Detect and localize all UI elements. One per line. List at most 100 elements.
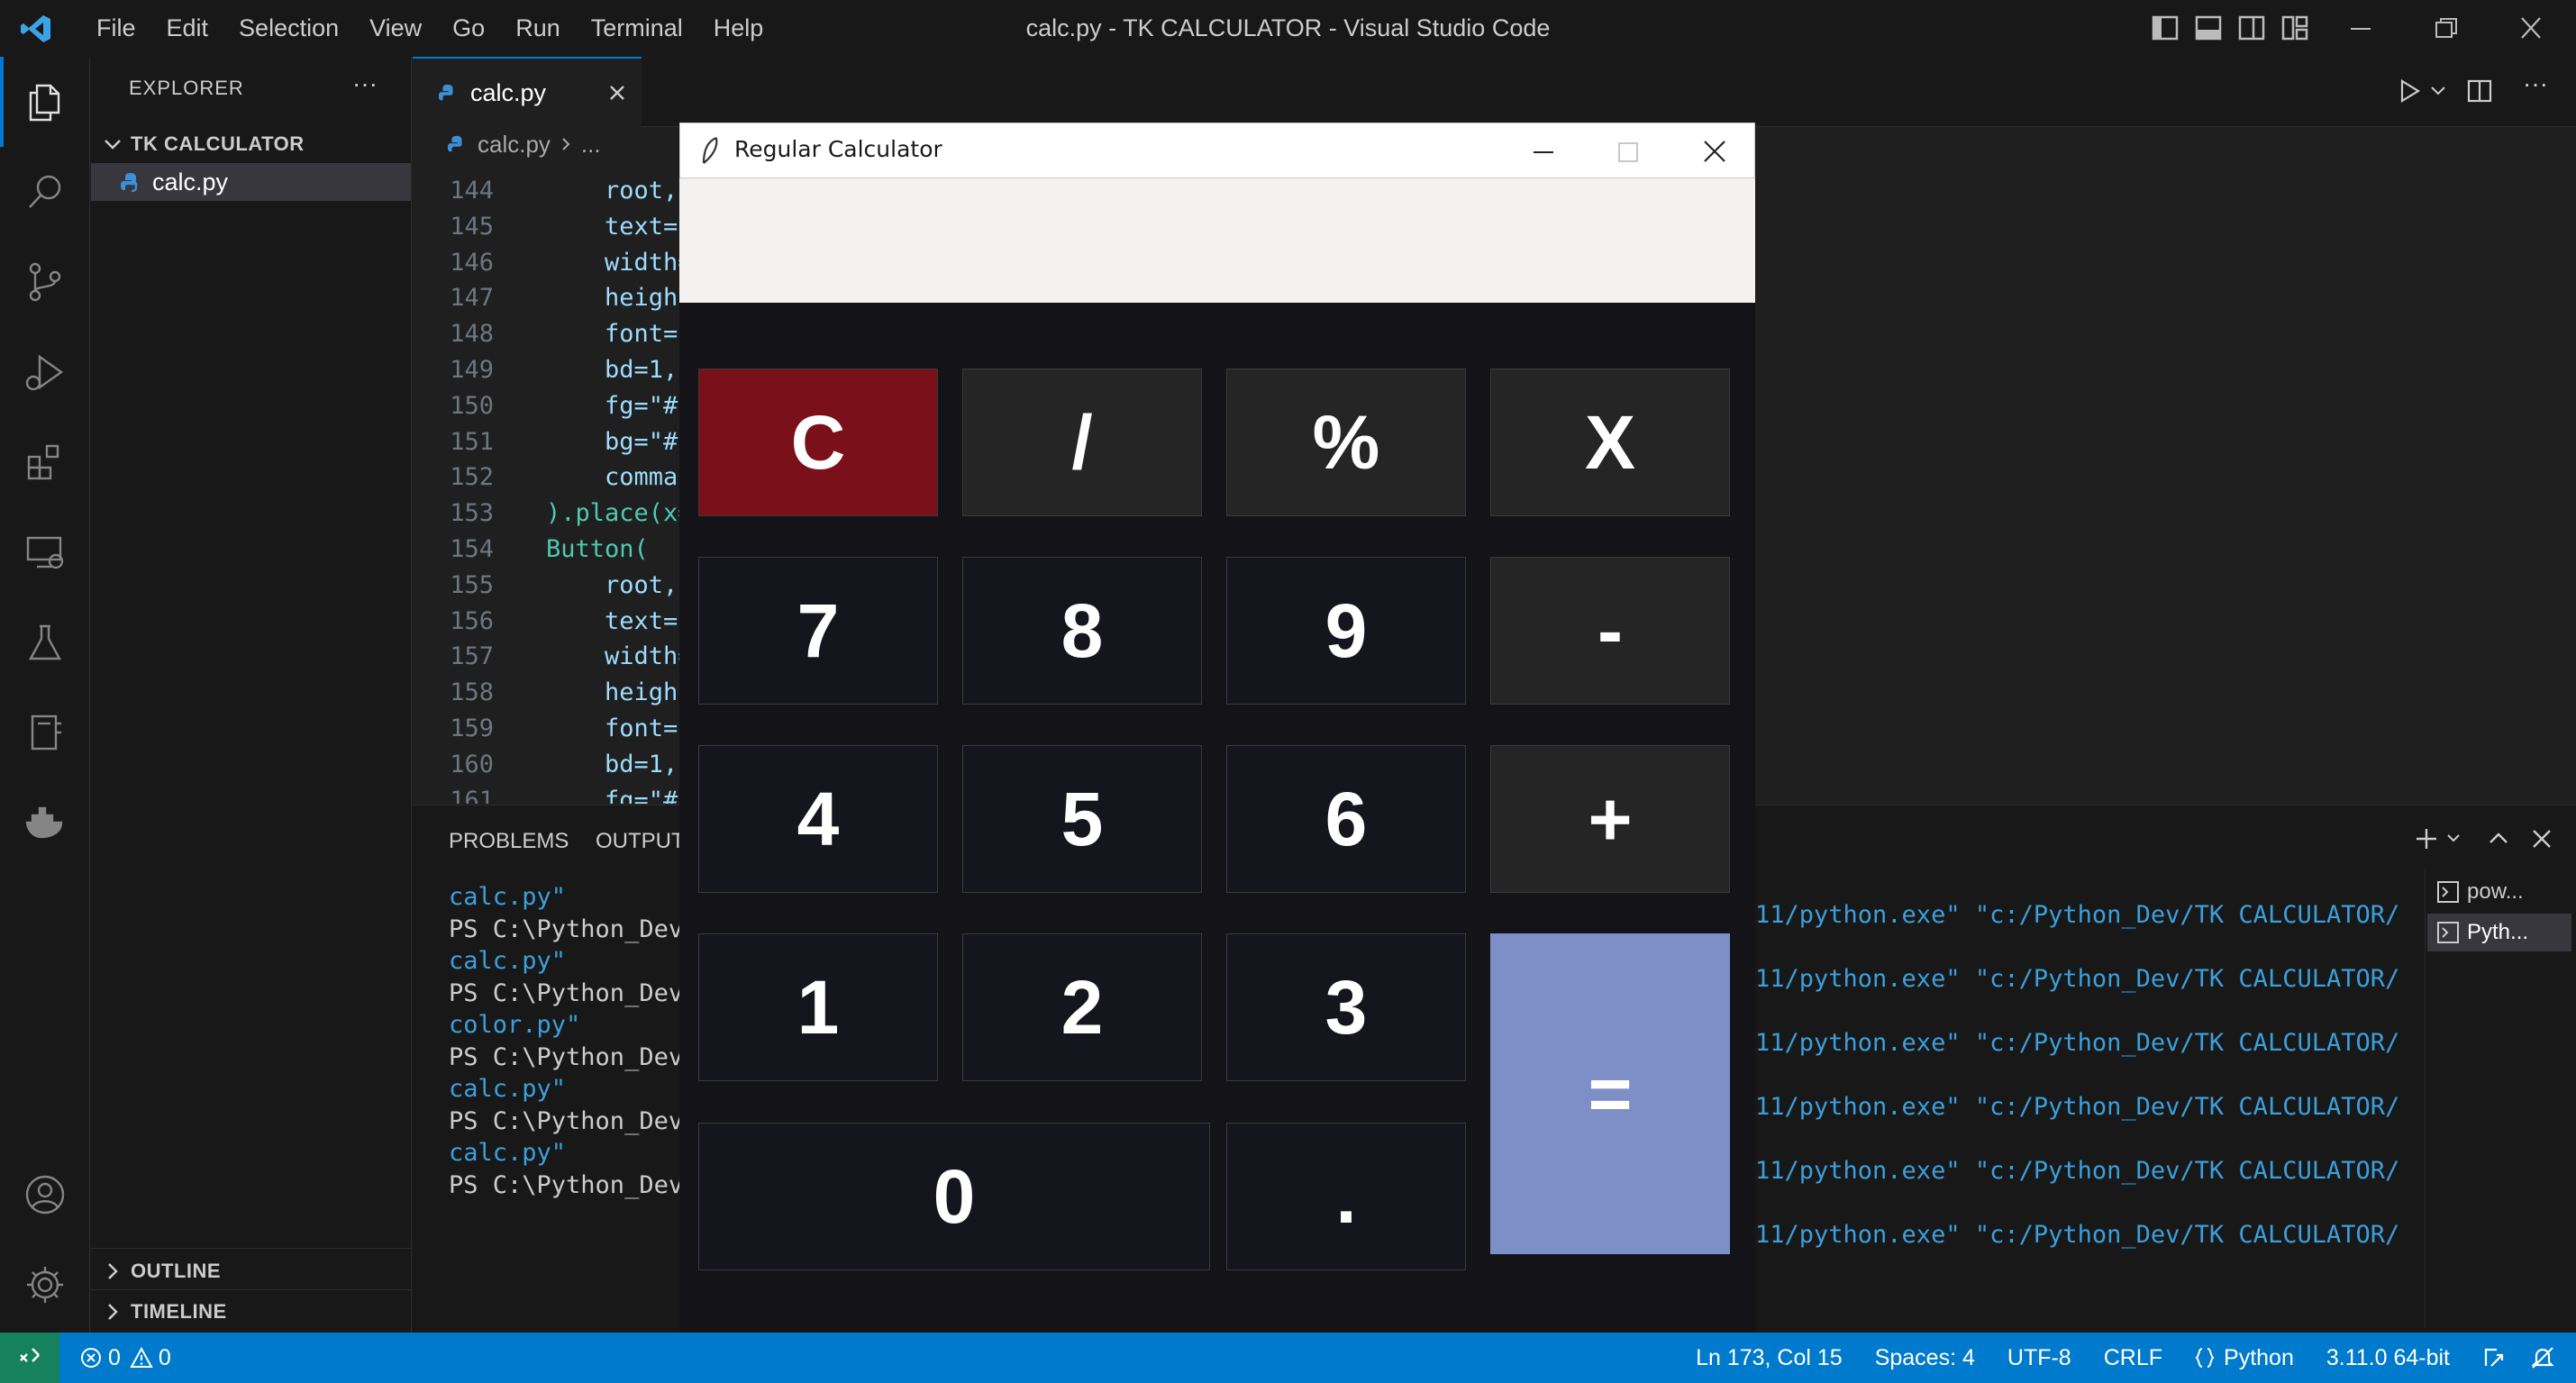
breadcrumb-symbol[interactable]: ... (581, 131, 601, 159)
six-button[interactable]: 6 (1226, 745, 1466, 893)
code-line[interactable]: 144 root, (413, 173, 678, 209)
zero-button[interactable]: 0 (698, 1123, 1210, 1270)
terminal-output-right[interactable]: 11/python.exe" "c:/Python_Dev/TK CALCULA… (1755, 899, 2576, 1260)
python-interpreter[interactable]: 3.11.0 64-bit (2310, 1345, 2466, 1371)
restore-icon[interactable] (2433, 15, 2460, 41)
indentation[interactable]: Spaces: 4 (1859, 1345, 1991, 1371)
split-editor-icon[interactable] (2465, 77, 2494, 105)
file-calc-py[interactable]: calc.py (91, 163, 411, 201)
maximize-panel-icon[interactable] (2485, 825, 2512, 852)
activity-jupyter[interactable] (0, 687, 90, 778)
activity-accounts[interactable] (0, 1150, 90, 1240)
nine-button[interactable]: 9 (1226, 557, 1466, 705)
outline-section[interactable]: OUTLINE (102, 1260, 221, 1283)
four-button[interactable]: 4 (698, 745, 938, 893)
minus-button[interactable]: - (1490, 557, 1730, 705)
terminal-instance-powershell[interactable]: pow... (2436, 874, 2571, 910)
activity-source-control[interactable] (0, 237, 90, 327)
terminal-output-left[interactable]: calc.py" PS C:\Python_Dev\ calc.py" PS C:\P… (449, 881, 719, 1206)
code-line[interactable]: 161 fg="#f (413, 783, 683, 804)
problems-indicator[interactable]: 0 0 (79, 1345, 171, 1371)
percent-button[interactable]: % (1226, 368, 1466, 516)
close-panel-icon[interactable] (2528, 825, 2555, 852)
activity-extensions[interactable] (0, 417, 90, 507)
multiply-button[interactable]: X (1490, 368, 1730, 516)
chevron-down-icon[interactable] (2429, 84, 2447, 98)
menu-help[interactable]: Help (698, 0, 779, 57)
clear-button[interactable]: C (698, 368, 938, 516)
menu-go[interactable]: Go (437, 0, 500, 57)
menu-view[interactable]: View (354, 0, 437, 57)
code-line[interactable]: 148 font=( (413, 316, 683, 352)
code-line[interactable]: 150 fg="#f (413, 388, 683, 424)
tab-output[interactable]: OUTPUT (596, 829, 685, 854)
activity-run-debug[interactable] (0, 327, 90, 417)
code-line[interactable]: 156 text=' (413, 604, 683, 640)
calculator-display[interactable] (679, 178, 1755, 303)
plus-button[interactable]: + (1490, 745, 1730, 893)
code-line[interactable]: 146 width= (413, 245, 683, 281)
code-line[interactable]: 145 text=' (413, 209, 683, 245)
activity-manage[interactable] (0, 1240, 90, 1330)
encoding[interactable]: UTF-8 (1991, 1345, 2088, 1371)
live-share-icon[interactable] (2482, 1344, 2509, 1371)
code-line[interactable]: 149 bd=1, (413, 352, 678, 388)
menu-terminal[interactable]: Terminal (576, 0, 698, 57)
eight-button[interactable]: 8 (962, 557, 1202, 705)
customize-layout-icon[interactable] (2281, 15, 2308, 41)
close-window-icon[interactable] (2517, 15, 2544, 41)
chevron-down-icon[interactable] (2445, 833, 2462, 845)
equals-button[interactable]: = (1490, 933, 1730, 1254)
cursor-position[interactable]: Ln 173, Col 15 (1679, 1345, 1859, 1371)
run-python-file-icon[interactable] (2395, 77, 2424, 105)
new-terminal-icon[interactable] (2413, 825, 2440, 852)
close-icon[interactable] (1701, 138, 1728, 165)
activity-search[interactable] (0, 147, 90, 237)
code-line[interactable]: 154 Button( (413, 532, 649, 568)
two-button[interactable]: 2 (962, 933, 1202, 1081)
close-tab-icon[interactable] (607, 83, 627, 103)
toggle-panel-icon[interactable] (2195, 15, 2222, 41)
code-line[interactable]: 158 height (413, 675, 683, 711)
activity-testing[interactable] (0, 597, 90, 687)
timeline-section[interactable]: TIMELINE (102, 1300, 227, 1324)
language-mode[interactable]: Python (2179, 1345, 2310, 1371)
notifications-bell-icon[interactable] (2529, 1344, 2556, 1371)
editor-more-actions[interactable]: ··· (2523, 69, 2548, 98)
activity-docker[interactable] (0, 778, 90, 868)
terminal-instance-python[interactable]: Pyth... (2427, 914, 2571, 951)
minimize-icon[interactable] (1531, 140, 1556, 165)
menu-edit[interactable]: Edit (151, 0, 224, 57)
menu-selection[interactable]: Selection (223, 0, 354, 57)
five-button[interactable]: 5 (962, 745, 1202, 893)
code-line[interactable]: 160 bd=1, (413, 747, 678, 783)
tab-calc-py[interactable]: calc.py (413, 57, 642, 127)
seven-button[interactable]: 7 (698, 557, 938, 705)
code-line[interactable]: 155 root, (413, 568, 678, 604)
code-line[interactable]: 147 height (413, 280, 683, 316)
activity-remote-explorer[interactable] (0, 507, 90, 597)
toggle-primary-sidebar-icon[interactable] (2152, 15, 2179, 41)
code-lines[interactable]: 144 root, 145 text=' 146 width= 147 height 1… (413, 173, 683, 804)
tab-problems[interactable]: PROBLEMS (449, 829, 569, 854)
code-line[interactable]: 159 font=( (413, 711, 683, 747)
toggle-secondary-sidebar-icon[interactable] (2238, 15, 2265, 41)
breadcrumb-file[interactable]: calc.py (478, 131, 551, 159)
folder-tk-calculator[interactable]: TK CALCULATOR (102, 129, 408, 159)
code-line[interactable]: 157 width= (413, 639, 683, 675)
menu-run[interactable]: Run (500, 0, 576, 57)
remote-indicator[interactable] (0, 1333, 59, 1383)
end-of-line[interactable]: CRLF (2088, 1345, 2179, 1371)
calculator-title-bar[interactable]: Regular Calculator (679, 123, 1755, 178)
code-line[interactable]: 153).place(x= (413, 496, 683, 532)
menu-file[interactable]: File (81, 0, 151, 57)
explorer-more-actions[interactable]: ··· (352, 69, 378, 98)
code-line[interactable]: 152 comman (413, 459, 683, 496)
code-line[interactable]: 151 bg="#2 (413, 424, 683, 460)
decimal-button[interactable]: . (1226, 1123, 1466, 1270)
minimize-icon[interactable] (2347, 18, 2374, 40)
activity-explorer[interactable] (0, 57, 90, 147)
divide-button[interactable]: / (962, 368, 1202, 516)
one-button[interactable]: 1 (698, 933, 938, 1081)
three-button[interactable]: 3 (1226, 933, 1466, 1081)
